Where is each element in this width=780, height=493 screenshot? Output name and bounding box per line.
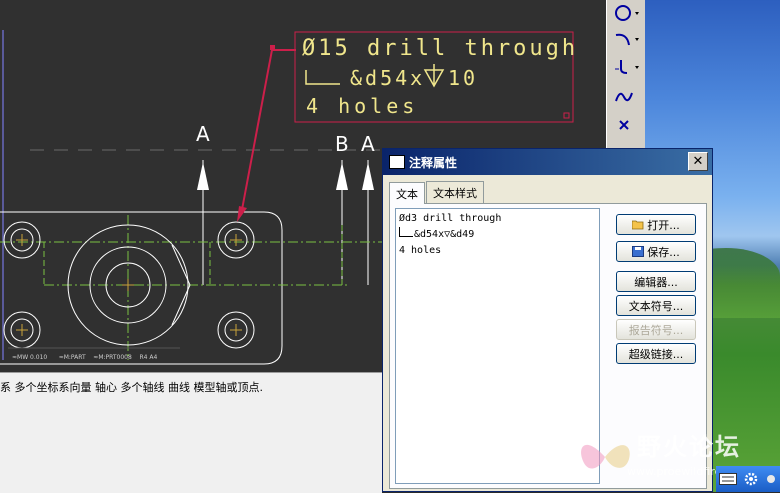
arc-tool-button[interactable] [609,28,641,50]
watermark-brand: 野火论坛 [637,433,741,461]
floppy-disk-icon [632,246,645,257]
dialog-titlebar[interactable]: 注释属性 [383,149,712,175]
settings-icon[interactable] [765,473,777,485]
note-text-line-2: &d54x▽&d49 [399,227,596,243]
note-text-seg: &d54x [414,229,445,240]
message-bar: 系 多个坐标系向量 轴心 多个轴线 曲线 模型轴或顶点. [0,372,382,493]
part-outline [0,211,283,365]
spline-tool-button[interactable] [609,86,641,108]
note-leader [237,45,296,222]
note-line-2[interactable]: &d54x [350,66,425,90]
save-button[interactable]: 保存... [616,241,696,262]
section-label-b: B [335,132,349,156]
editor-button-label: 编辑器... [634,275,678,289]
fillet-icon [615,60,639,74]
model-tag: ≈M:PRT0008 [93,354,132,361]
note-line-2-depth: 10 [448,66,479,90]
report-symbol-button: 报告符号... [616,319,696,340]
hyperlink-button-label: 超级链接... [628,347,684,361]
hyperlink-button[interactable]: 超级链接... [616,343,696,364]
system-tray [716,466,780,492]
note-text-line: 4 holes [399,245,442,256]
point-icon [619,120,629,130]
keyboard-icon[interactable] [719,473,737,485]
dialog-close-button[interactable]: ✕ [688,152,708,171]
dialog-title: 注释属性 [409,155,458,170]
model-tag: ≈M:PART [58,354,86,361]
note-text-seg: &d49 [450,229,475,240]
spline-icon [615,92,633,102]
model-tags: ≈MW 0.010 ≈M:PART ≈M:PRT0008 R4 A4 [12,354,157,361]
note-text-area[interactable]: Ød3 drill through &d54x▽&d49 4 holes [395,208,600,484]
arc-icon [615,33,639,46]
gear-icon[interactable] [743,471,759,487]
note-text-line: Ød3 drill through [399,213,502,224]
model-tag: ≈MW 0.010 [12,354,48,361]
model-tag: R4 A4 [139,354,158,361]
section-arrow-a-left [197,160,209,285]
section-label-a-left: A [196,122,210,146]
circle-tool-button[interactable] [609,2,641,24]
point-tool-button[interactable] [609,114,641,136]
open-button[interactable]: 打开... [616,214,696,235]
tab-text-style[interactable]: 文本样式 [426,181,484,203]
dialog-window-icon [389,155,405,169]
fillet-tool-button[interactable] [609,56,641,78]
text-symbol-button-label: 文本符号... [628,299,684,313]
dialog-tabs: 文本 文本样式 [389,181,485,204]
open-button-label: 打开... [647,218,680,232]
circle-icon [615,5,639,21]
note-line-3[interactable]: 4 holes [306,94,418,118]
folder-open-icon [632,220,644,230]
note-line-1[interactable]: Ø15 drill through [302,36,578,61]
editor-button[interactable]: 编辑器... [616,271,696,292]
report-symbol-button-label: 报告符号... [628,323,684,337]
butterfly-logo-icon [581,444,630,469]
section-arrow-a-right [362,160,374,285]
section-label-a-right: A [361,132,375,156]
tab-text[interactable]: 文本 [389,182,425,204]
text-symbol-button[interactable]: 文本符号... [616,295,696,316]
sketch-toolbar [606,0,646,148]
counterbore-symbol-icon [399,227,413,237]
save-button-label: 保存... [647,245,680,259]
message-text: 系 多个坐标系向量 轴心 多个轴线 曲线 模型轴或顶点. [0,381,263,394]
